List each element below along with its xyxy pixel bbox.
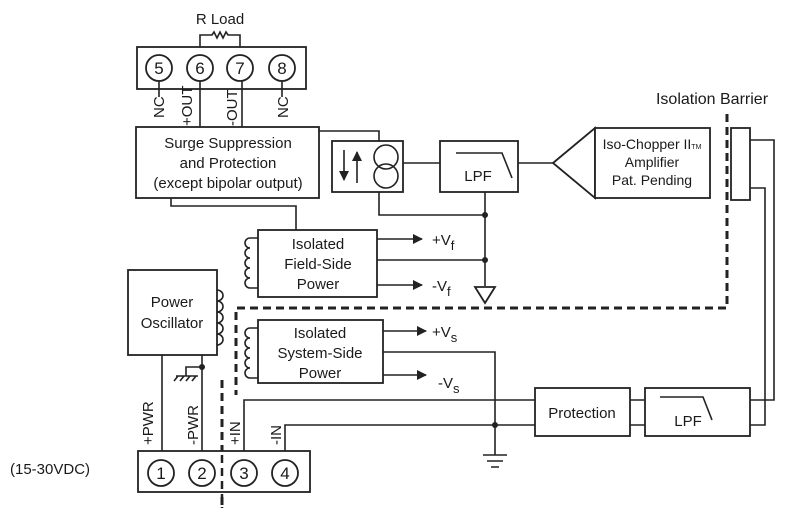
svg-text:3: 3 — [239, 464, 248, 483]
amplifier-line-3: Pat. Pending — [612, 172, 692, 188]
minus-vs-label: -Vs — [438, 375, 460, 396]
system-coil-icon — [244, 327, 258, 379]
surge-line-1: Surge Suppression — [164, 135, 292, 152]
isolation-coupler — [730, 127, 751, 201]
surge-line-3: (except bipolar output) — [153, 175, 302, 192]
terminal-4: 4 — [271, 459, 299, 487]
amplifier-triangle-icon — [551, 126, 596, 200]
label-minus-in: -IN — [268, 425, 285, 445]
label-plus-in: +IN — [227, 421, 244, 445]
isolation-barrier-label: Isolation Barrier — [656, 91, 769, 108]
power-oscillator-box — [127, 269, 218, 356]
svg-text:4: 4 — [280, 464, 289, 483]
svg-text:8: 8 — [277, 59, 286, 78]
terminal-1: 1 — [147, 459, 175, 487]
label-nc-5: NC — [151, 96, 168, 118]
chassis-ground-icon — [173, 366, 202, 382]
field-ground-icon — [473, 286, 497, 305]
terminal-8: 8 — [268, 54, 296, 82]
svg-text:2: 2 — [197, 464, 206, 483]
svg-text:1: 1 — [156, 464, 165, 483]
terminal-7: 7 — [226, 54, 254, 82]
amplifier-line-2: Amplifier — [625, 154, 680, 170]
terminal-5: 5 — [145, 54, 173, 82]
svg-text:5: 5 — [154, 59, 163, 78]
field-coil-icon — [244, 237, 258, 289]
lpf-input-label: LPF — [674, 413, 702, 430]
system-power-line-1: Isolated — [294, 325, 347, 342]
label-nc-8: NC — [275, 96, 292, 118]
system-power-line-3: Power — [299, 365, 342, 382]
surge-line-2: and Protection — [180, 155, 277, 172]
svg-text:6: 6 — [195, 59, 204, 78]
terminal-6: 6 — [186, 54, 214, 82]
protection-label: Protection — [548, 405, 616, 422]
plus-vs-label: +Vs — [432, 324, 458, 345]
field-power-line-1: Isolated — [292, 236, 345, 253]
amplifier-line-1: Iso-Chopper IITM — [603, 136, 702, 152]
minus-vf-label: -Vf — [432, 278, 451, 299]
field-power-line-2: Field-Side — [284, 256, 352, 273]
supply-voltage-label: (15-30VDC) — [10, 461, 90, 478]
label-minus-pwr: -PWR — [185, 405, 202, 445]
label-plus-pwr: +PWR — [140, 401, 157, 445]
terminal-3: 3 — [230, 459, 258, 487]
terminal-2: 2 — [188, 459, 216, 487]
label-plus-out: +OUT — [179, 86, 196, 126]
system-power-line-2: System-Side — [277, 345, 362, 362]
label-minus-out: -OUT — [224, 89, 241, 126]
system-ground-icon — [483, 454, 507, 468]
r-load-label: R Load — [196, 11, 244, 28]
field-power-line-3: Power — [297, 276, 340, 293]
plus-vf-label: +Vf — [432, 232, 455, 253]
oscillator-line-1: Power — [151, 294, 194, 311]
oscillator-line-2: Oscillator — [141, 315, 204, 332]
isolator-block-diagram: R Load 5 6 7 8 NC +OUT -OUT NC Surge Sup… — [10, 11, 775, 508]
svg-text:7: 7 — [235, 59, 244, 78]
lpf-label: LPF — [464, 168, 492, 185]
